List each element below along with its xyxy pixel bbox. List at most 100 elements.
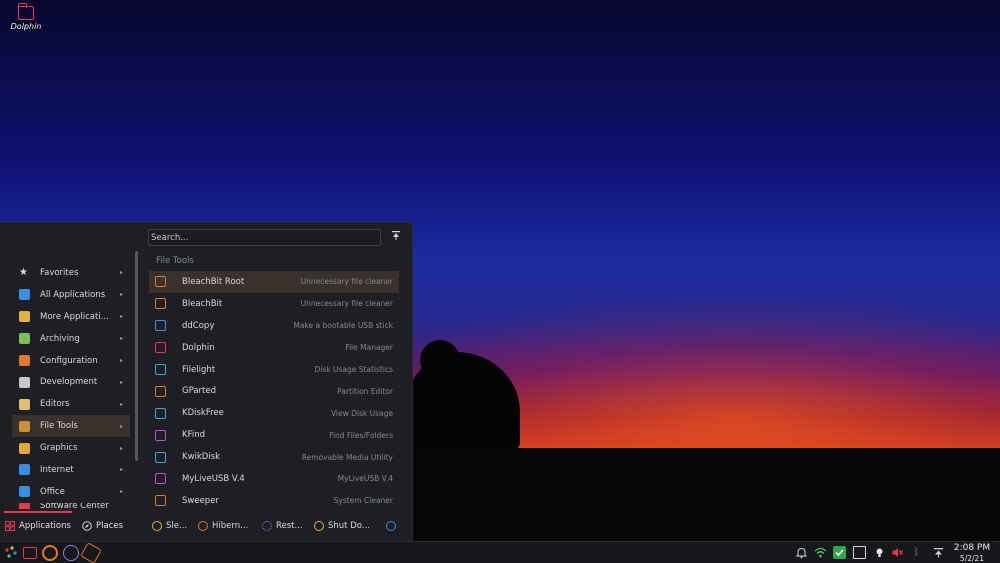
- wallpaper-tree: [405, 352, 520, 452]
- app-item[interactable]: Sweeper System Cleaner: [149, 490, 399, 512]
- digital-clock[interactable]: 2:08 PM 5/2/21: [947, 543, 997, 563]
- category-item[interactable]: File Tools ▸: [12, 415, 130, 438]
- category-label: Software Center: [40, 502, 109, 509]
- app-item[interactable]: BleachBit Unnecessary file cleaner: [149, 293, 399, 315]
- wifi-icon[interactable]: [814, 546, 827, 559]
- app-icon: [155, 298, 166, 310]
- sleep-button[interactable]: Sle...: [152, 521, 187, 531]
- restart-icon: [262, 521, 272, 531]
- launcher-bottom-bar: Applications Places Sle... Hibern... Res…: [0, 515, 413, 542]
- category-item[interactable]: Graphics ▸: [12, 437, 130, 459]
- restart-button[interactable]: Rest...: [262, 521, 303, 531]
- volume-muted-icon[interactable]: [891, 546, 904, 559]
- category-icon: [19, 502, 30, 509]
- category-list: ★ Favorites ▸ All Applications ▸ More Applica…: [12, 262, 130, 509]
- app-icon: [155, 364, 166, 375]
- app-list: BleachBit Root Unnecessary file cleaner Bl…: [149, 271, 399, 512]
- shutdown-icon: [314, 521, 324, 531]
- category-item[interactable]: Software Center: [12, 502, 130, 509]
- app-item[interactable]: KwikDisk Removable Media Utility: [149, 446, 399, 468]
- app-description: System Cleaner: [333, 496, 393, 506]
- category-item[interactable]: Office ▸: [12, 481, 130, 503]
- category-icon: [19, 486, 30, 498]
- pin-launcher-button[interactable]: [389, 230, 403, 244]
- active-tab-indicator: [4, 511, 72, 513]
- app-icon: [155, 320, 166, 332]
- app-item[interactable]: Filelight Disk Usage Statistics: [149, 359, 399, 381]
- notifications-icon[interactable]: [795, 546, 808, 559]
- app-name: MyLiveUSB V.4: [182, 473, 245, 484]
- app-name: Filelight: [182, 364, 216, 375]
- app-name: KFind: [182, 430, 205, 441]
- category-item[interactable]: More Applicati... ▸: [12, 306, 130, 328]
- app-icon: [155, 276, 166, 288]
- bluetooth-icon[interactable]: ᛒ: [910, 546, 923, 559]
- software-center-taskbar-icon[interactable]: [80, 542, 102, 563]
- app-item[interactable]: KFind Find Files/Folders: [149, 424, 399, 446]
- dolphin-taskbar-icon[interactable]: [23, 547, 37, 559]
- app-name: Dolphin: [182, 342, 215, 353]
- chevron-right-icon: ▸: [119, 313, 123, 321]
- desktop-icon-dolphin[interactable]: Dolphin: [6, 3, 46, 31]
- category-label: Development: [40, 377, 98, 388]
- lock-screen-button[interactable]: [386, 521, 400, 531]
- shutdown-button[interactable]: Shut Do...: [314, 521, 370, 531]
- network-icon: [814, 547, 827, 558]
- category-label: Configuration: [40, 355, 98, 366]
- updates-icon[interactable]: [833, 546, 846, 559]
- tab-applications-label: Applications: [19, 521, 71, 531]
- hibernate-label: Hibern...: [212, 521, 249, 531]
- category-label: More Applicati...: [40, 311, 109, 322]
- category-item[interactable]: Archiving ▸: [12, 328, 130, 350]
- app-icon: [155, 407, 166, 419]
- app-icon: [155, 429, 166, 441]
- app-item[interactable]: BleachBit Root Unnecessary file cleaner: [149, 271, 399, 293]
- browser-taskbar-icon[interactable]: [63, 545, 79, 561]
- app-item[interactable]: ddCopy Make a bootable USB stick: [149, 315, 399, 337]
- grid-icon: [5, 521, 15, 531]
- category-item[interactable]: All Applications ▸: [12, 284, 130, 306]
- app-description: View Disk Usage: [330, 408, 393, 418]
- category-icon: [19, 398, 30, 410]
- category-item[interactable]: Configuration ▸: [12, 350, 130, 372]
- search-input[interactable]: Search...: [148, 229, 381, 246]
- app-icon: [155, 451, 166, 463]
- shutdown-label: Shut Do...: [328, 521, 370, 531]
- app-name: BleachBit Root: [182, 276, 245, 287]
- tab-applications[interactable]: Applications: [5, 521, 71, 531]
- chevron-right-icon: ▸: [119, 400, 123, 408]
- app-item[interactable]: GParted Partition Editor: [149, 380, 399, 402]
- bell-icon: [795, 547, 808, 559]
- hibernate-button[interactable]: Hibern...: [198, 521, 248, 531]
- category-item[interactable]: Development ▸: [12, 371, 130, 393]
- tab-places[interactable]: Places: [82, 521, 123, 531]
- app-item[interactable]: MyLiveUSB V.4 MyLiveUSB V.4: [149, 468, 399, 490]
- clock-time: 2:08 PM: [953, 543, 991, 553]
- app-description: Removable Media Utility: [301, 452, 393, 462]
- category-item[interactable]: Internet ▸: [12, 459, 130, 481]
- sleep-label: Sle...: [166, 521, 188, 531]
- taskbar: ᛒ 2:08 PM 5/2/21: [0, 541, 1000, 563]
- wallpaper-horizon: [412, 448, 1000, 542]
- launcher-menu-button[interactable]: [3, 545, 19, 561]
- system-tray-expand-icon[interactable]: [932, 546, 945, 559]
- brightness-icon[interactable]: [873, 546, 886, 559]
- category-icon: [19, 333, 30, 345]
- settings-taskbar-icon[interactable]: [42, 545, 58, 561]
- category-label: File Tools: [40, 421, 78, 432]
- category-item[interactable]: ★ Favorites ▸: [12, 262, 130, 284]
- chevron-right-icon: ▸: [119, 422, 123, 430]
- app-name: KDiskFree: [182, 408, 224, 419]
- folder-icon: [17, 3, 34, 20]
- application-launcher: Search... ★ Favorites ▸ All Applications ▸ Mo…: [0, 222, 413, 541]
- app-item[interactable]: KDiskFree View Disk Usage: [149, 402, 399, 424]
- category-item[interactable]: Editors ▸: [12, 393, 130, 415]
- clipboard-icon[interactable]: [853, 546, 866, 559]
- category-icon: [19, 464, 30, 476]
- category-label: Favorites: [40, 267, 79, 278]
- app-description: Unnecessary file cleaner: [300, 277, 393, 287]
- app-description: File Manager: [345, 343, 393, 353]
- app-description: Unnecessary file cleaner: [300, 299, 393, 309]
- app-item[interactable]: Dolphin File Manager: [149, 337, 399, 359]
- category-scrollbar[interactable]: [135, 251, 138, 461]
